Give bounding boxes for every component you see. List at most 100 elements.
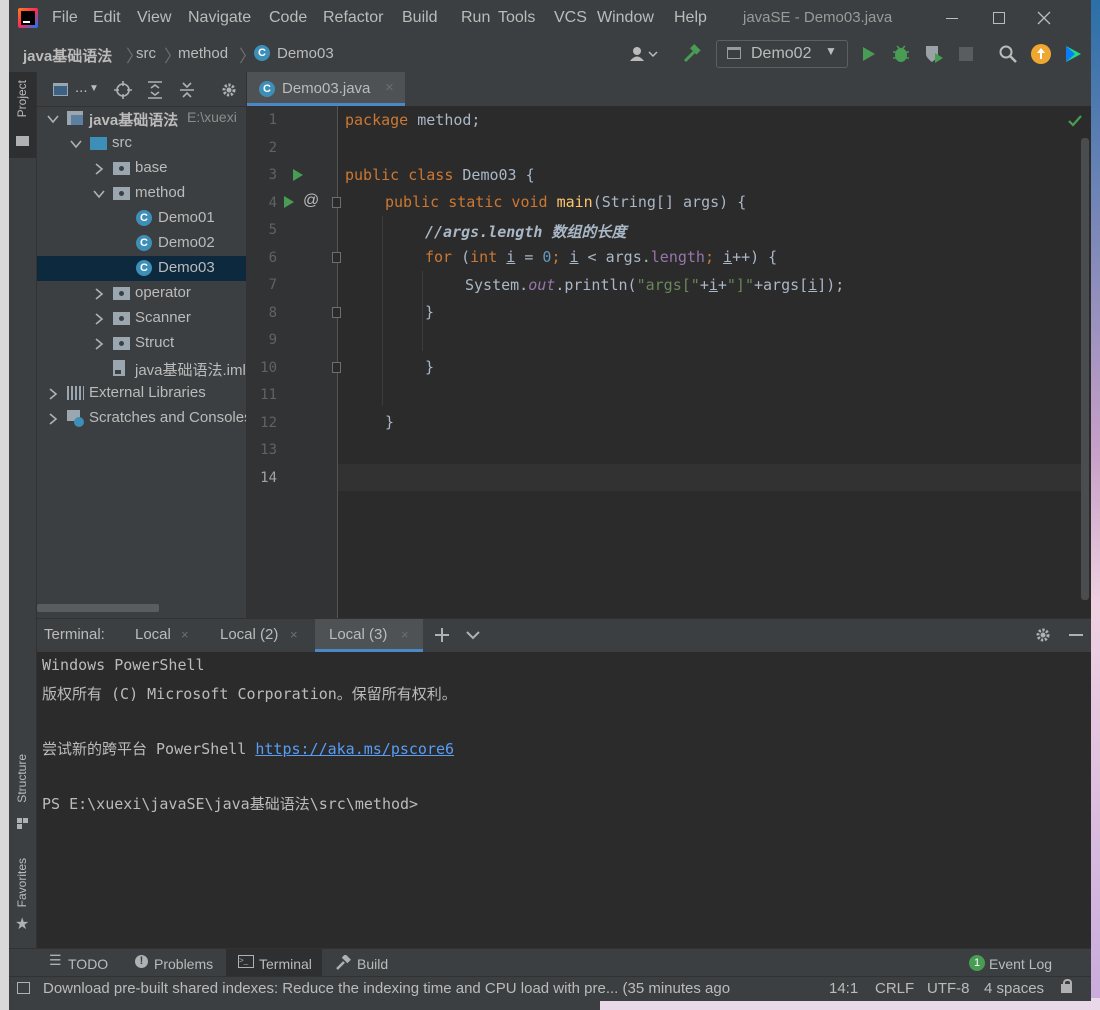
expand-all-button[interactable] xyxy=(146,81,164,99)
run-button[interactable] xyxy=(861,45,877,63)
tree-item-label: operator xyxy=(135,284,191,301)
chevron-right-icon[interactable] xyxy=(93,288,105,300)
project-tool-button[interactable]: Project xyxy=(9,72,36,158)
update-icon[interactable] xyxy=(1031,44,1051,64)
editor-vertical-scrollbar[interactable] xyxy=(1081,138,1089,600)
toggle-tool-windows-icon[interactable] xyxy=(17,982,30,994)
terminal-tabs-dropdown[interactable] xyxy=(465,627,481,643)
override-at-icon[interactable]: @ xyxy=(303,192,319,210)
run-config-select[interactable]: Demo02 ▼ xyxy=(716,40,848,68)
close-tab-icon[interactable]: × xyxy=(290,627,298,642)
new-terminal-tab-button[interactable] xyxy=(433,626,451,644)
run-gutter-icon-line4[interactable] xyxy=(283,195,295,213)
chevron-right-icon[interactable] xyxy=(47,413,59,425)
close-tab-icon[interactable]: × xyxy=(401,627,409,642)
breadcrumb-class[interactable]: Demo03 xyxy=(277,45,334,62)
terminal-settings-button[interactable] xyxy=(1034,626,1052,644)
terminal-output[interactable]: Windows PowerShell 版权所有 (C) Microsoft Co… xyxy=(37,652,1091,948)
close-tab-icon[interactable]: × xyxy=(385,79,394,96)
structure-tool-button[interactable]: Structure xyxy=(9,748,36,834)
code-with-me-icon[interactable] xyxy=(1063,44,1083,64)
lock-icon[interactable] xyxy=(1061,979,1072,993)
chevron-down-icon[interactable] xyxy=(93,188,105,200)
line-separator[interactable]: CRLF xyxy=(875,980,914,997)
menu-run[interactable]: Run xyxy=(461,9,490,27)
chevron-right-icon[interactable] xyxy=(47,388,59,400)
tree-item-method[interactable]: method xyxy=(37,181,246,206)
maximize-button[interactable] xyxy=(975,0,1021,36)
terminal-hide-button[interactable] xyxy=(1067,626,1085,644)
menu-window[interactable]: Window xyxy=(597,9,654,27)
project-view-selector[interactable]: ... ▼ xyxy=(53,79,101,99)
minimize-button[interactable] xyxy=(929,0,975,36)
collapse-all-button[interactable] xyxy=(178,81,196,99)
menu-file[interactable]: File xyxy=(52,9,78,27)
breadcrumb-method[interactable]: method xyxy=(178,45,228,62)
terminal-tool-button[interactable]: >_ Terminal xyxy=(226,949,322,977)
breadcrumb-project[interactable]: java基础语法 xyxy=(23,45,112,66)
menu-build[interactable]: Build xyxy=(402,9,438,27)
stop-button[interactable] xyxy=(959,47,973,61)
terminal-tab-local-2[interactable]: Local (2) × xyxy=(212,619,308,652)
chevron-down-icon[interactable] xyxy=(47,113,59,125)
menu-refactor[interactable]: Refactor xyxy=(323,9,383,27)
tree-item-demo03[interactable]: C Demo03 xyxy=(37,256,246,281)
tree-item-demo01[interactable]: C Demo01 xyxy=(37,206,246,231)
fold-marker-icon[interactable] xyxy=(332,252,341,263)
problems-tool-button[interactable]: ! Problems xyxy=(129,949,221,977)
menu-help[interactable]: Help xyxy=(674,9,707,27)
fold-marker-icon[interactable] xyxy=(332,362,341,373)
run-gutter-icon-line3[interactable] xyxy=(292,168,304,186)
tree-item-demo02[interactable]: C Demo02 xyxy=(37,231,246,256)
vcs-user-icon[interactable] xyxy=(629,46,659,62)
tree-item-scanner[interactable]: Scanner xyxy=(37,306,246,331)
chevron-down-icon[interactable] xyxy=(70,138,82,150)
intellij-logo-icon[interactable] xyxy=(18,8,38,28)
debug-button[interactable] xyxy=(891,44,911,64)
chevron-right-icon[interactable] xyxy=(93,163,105,175)
file-encoding[interactable]: UTF-8 xyxy=(927,980,970,997)
tree-item-java-iml[interactable]: java基础语法.iml xyxy=(37,356,246,381)
code-editor[interactable]: 1 2 3 4 5 6 7 8 9 10 11 12 13 14 @ package method; pu… xyxy=(247,106,1091,618)
todo-tool-button[interactable]: ☰ TODO xyxy=(41,949,131,977)
terminal-tab-local[interactable]: Local × xyxy=(127,619,199,652)
project-settings-button[interactable] xyxy=(220,81,238,99)
menu-edit[interactable]: Edit xyxy=(93,9,121,27)
menu-code[interactable]: Code xyxy=(269,9,307,27)
menu-vcs[interactable]: VCS xyxy=(554,9,587,27)
editor-tab-demo03[interactable]: C Demo03.java × xyxy=(247,72,405,106)
build-tool-button[interactable]: Build xyxy=(331,949,401,977)
fold-marker-icon[interactable] xyxy=(332,197,341,208)
project-tree: java基础语法 E:\xuexi src base method C Demo01 C Dem… xyxy=(37,106,246,606)
tree-item-java[interactable]: java基础语法 E:\xuexi xyxy=(37,106,246,131)
tree-item-scratches-and-consoles[interactable]: Scratches and Consoles xyxy=(37,406,246,431)
menu-view[interactable]: View xyxy=(137,9,171,27)
terminal-tab-local-3[interactable]: Local (3) × xyxy=(315,619,423,652)
horizontal-scrollbar[interactable] xyxy=(37,604,159,612)
build-hammer-icon[interactable] xyxy=(682,44,702,64)
tree-item-struct[interactable]: Struct xyxy=(37,331,246,356)
status-message[interactable]: Download pre-built shared indexes: Reduc… xyxy=(43,980,791,997)
locate-file-button[interactable] xyxy=(114,81,132,99)
no-problems-check-icon[interactable] xyxy=(1067,114,1083,132)
close-tab-icon[interactable]: × xyxy=(181,627,189,642)
menu-navigate[interactable]: Navigate xyxy=(188,9,251,27)
coverage-button[interactable] xyxy=(924,44,944,64)
chevron-right-icon[interactable] xyxy=(93,313,105,325)
menu-tools[interactable]: Tools xyxy=(498,9,535,27)
cursor-position[interactable]: 14:1 xyxy=(829,980,858,997)
tree-item-external-libraries[interactable]: External Libraries xyxy=(37,381,246,406)
tree-item-src[interactable]: src xyxy=(37,131,246,156)
tree-item-path: E:\xuexi xyxy=(187,109,237,125)
tree-item-base[interactable]: base xyxy=(37,156,246,181)
indent-setting[interactable]: 4 spaces xyxy=(984,980,1044,997)
breadcrumb-src[interactable]: src xyxy=(136,45,156,62)
favorites-tool-button[interactable]: Favorites ★ xyxy=(9,852,36,938)
close-window-button[interactable] xyxy=(1021,0,1067,36)
chevron-right-icon[interactable] xyxy=(93,338,105,350)
fold-marker-icon[interactable] xyxy=(332,307,341,318)
search-everywhere-button[interactable] xyxy=(999,45,1017,63)
event-log-button[interactable]: 1 Event Log xyxy=(967,949,1067,977)
tree-item-operator[interactable]: operator xyxy=(37,281,246,306)
terminal-link[interactable]: https://aka.ms/pscore6 xyxy=(255,740,454,758)
